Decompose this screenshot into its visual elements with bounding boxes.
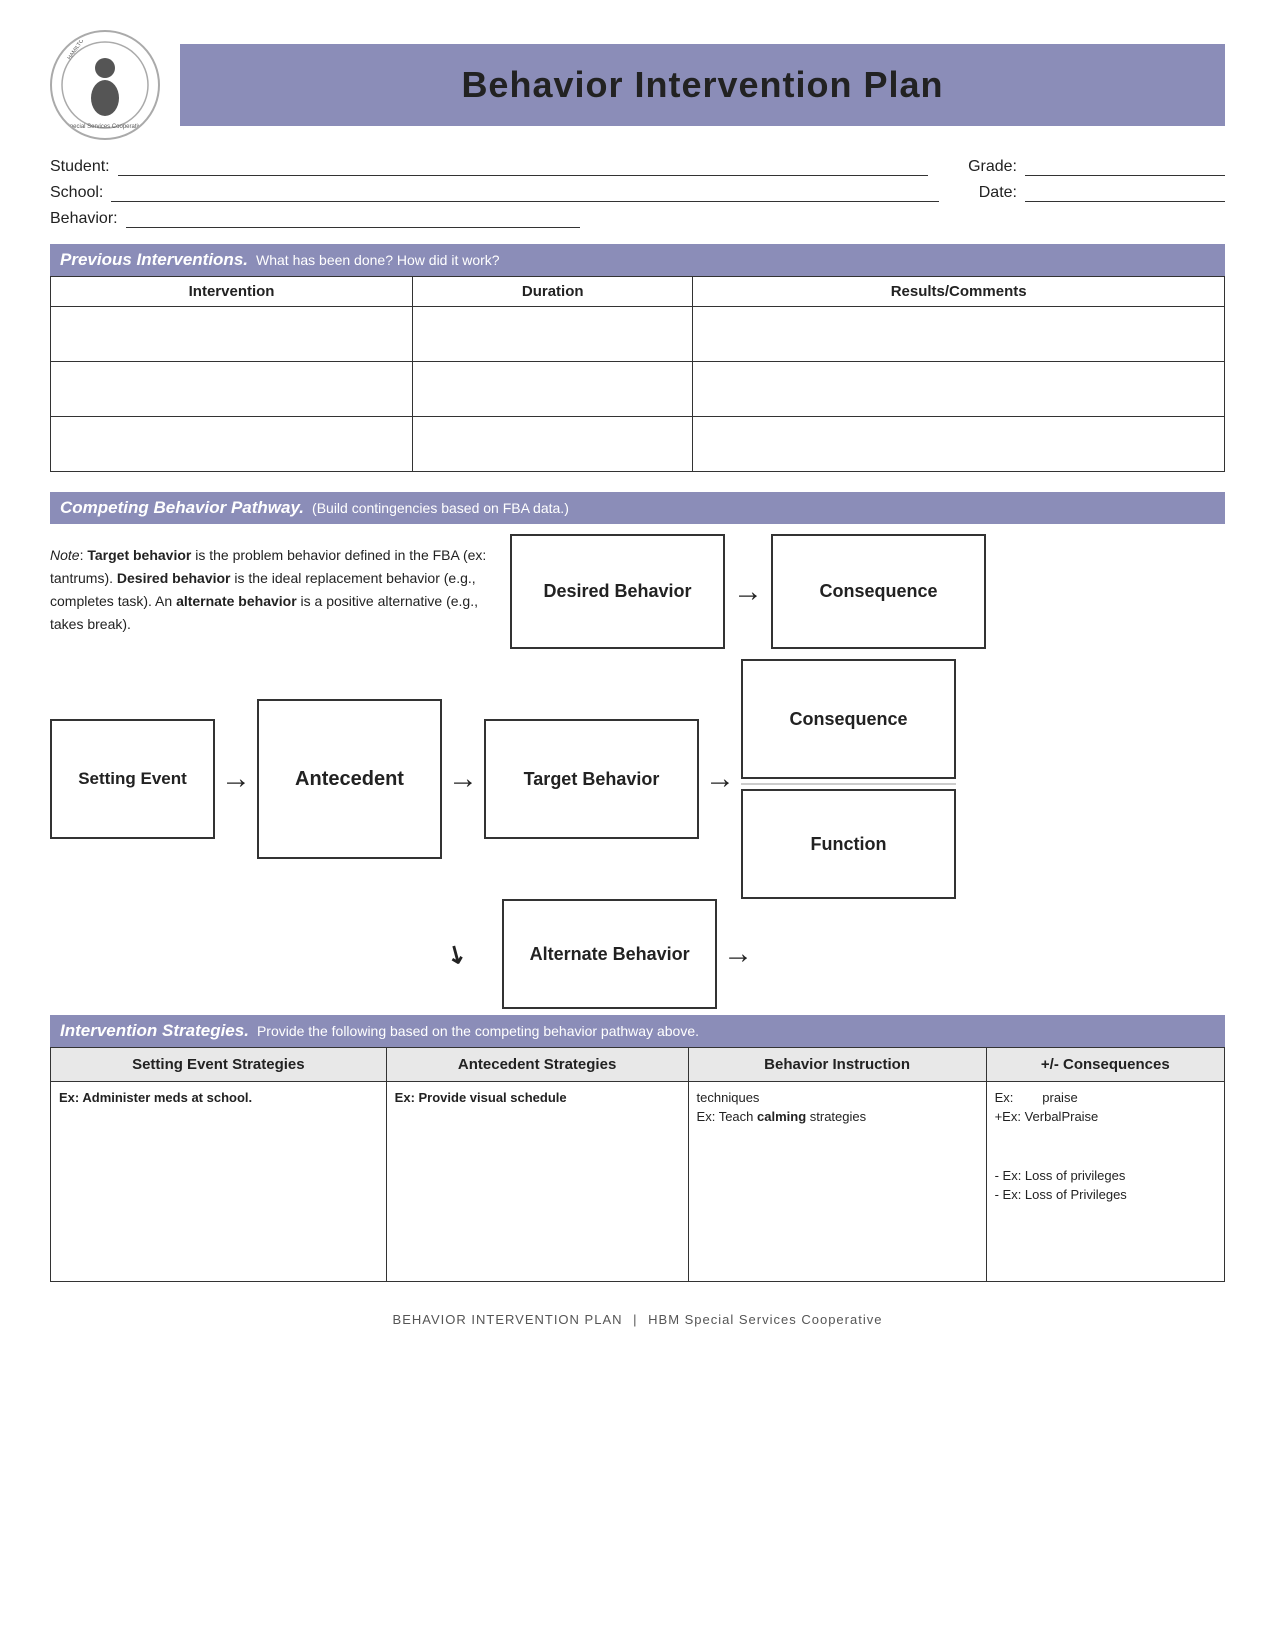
strat-header-light: Provide the following based on the compe… xyxy=(257,1023,699,1039)
cell-duration-3 xyxy=(413,417,693,472)
strat-table: Setting Event Strategies Antecedent Stra… xyxy=(50,1047,1225,1282)
strat-behavior-calming: Ex: Teach calming strategies xyxy=(697,1109,978,1124)
prev-interventions-table: Intervention Duration Results/Comments xyxy=(50,276,1225,472)
previous-interventions-section: Previous Interventions. What has been do… xyxy=(50,244,1225,472)
right-col: Consequence Function xyxy=(741,659,956,899)
footer-pipe: | xyxy=(633,1312,637,1327)
cell-intervention-1 xyxy=(51,307,413,362)
cell-results-2 xyxy=(693,362,1225,417)
cell-results-3 xyxy=(693,417,1225,472)
col-intervention: Intervention xyxy=(51,277,413,307)
footer-text2: HBM Special Services Cooperative xyxy=(648,1312,882,1327)
page-header: Special Services Cooperative HAMILTON·BO… xyxy=(50,30,1225,140)
strat-col-consequences: +/- Consequences xyxy=(986,1048,1224,1082)
competing-note: Note: Target behavior is the problem beh… xyxy=(50,534,490,636)
strat-cell-antecedent: Ex: Provide visual schedule xyxy=(386,1082,688,1282)
behavior-row: Behavior: xyxy=(50,210,1225,228)
behavior-label: Behavior: xyxy=(50,210,118,228)
table-row xyxy=(51,362,1225,417)
date-field: Date: xyxy=(979,184,1225,202)
arrow-antecedent-target: → xyxy=(442,762,484,796)
strat-antecedent-ex: Ex: Provide visual schedule xyxy=(395,1090,680,1105)
school-line xyxy=(111,201,938,202)
form-fields: Student: Grade: School: Date: Behavior: xyxy=(50,158,1225,228)
cell-intervention-2 xyxy=(51,362,413,417)
student-label: Student: xyxy=(50,158,110,176)
arrow-desired-consequence: → xyxy=(725,575,771,609)
prev-header-bold: Previous Interventions. xyxy=(60,250,248,270)
strat-col-behavior: Behavior Instruction xyxy=(688,1048,986,1082)
antecedent-box: Antecedent xyxy=(257,699,442,859)
strat-cell-consequences: Ex: praise +Ex: VerbalPraise - Ex: Loss … xyxy=(986,1082,1224,1282)
student-field: Student: xyxy=(50,158,928,176)
behavior-line xyxy=(126,227,580,228)
strat-behavior-techniques: techniques xyxy=(697,1090,978,1105)
cell-results-1 xyxy=(693,307,1225,362)
arrow-target-consequence: → xyxy=(699,762,741,796)
strat-header-row: Setting Event Strategies Antecedent Stra… xyxy=(51,1048,1225,1082)
cell-duration-1 xyxy=(413,307,693,362)
strat-cell-setting: Ex: Administer meds at school. xyxy=(51,1082,387,1282)
strat-setting-ex: Ex: Administer meds at school. xyxy=(59,1090,378,1105)
svg-text:Special Services Cooperative: Special Services Cooperative xyxy=(66,124,145,130)
competing-behavior-section: Competing Behavior Pathway. (Build conti… xyxy=(50,492,1225,1009)
strat-col-antecedent: Antecedent Strategies xyxy=(386,1048,688,1082)
competing-header-light: (Build contingencies based on FBA data.) xyxy=(312,500,569,516)
title-box: Behavior Intervention Plan xyxy=(180,44,1225,126)
setting-event-box: Setting Event xyxy=(50,719,215,839)
consequence-mid-box: Consequence xyxy=(741,659,956,779)
svg-text:HAMILTON·BOONE·MADISON·: HAMILTON·BOONE·MADISON· xyxy=(67,40,117,61)
main-pathway-row: Setting Event → Antecedent → Target Beha… xyxy=(50,659,1225,899)
grade-label: Grade: xyxy=(968,158,1017,176)
school-field: School: xyxy=(50,184,939,202)
grade-line xyxy=(1025,175,1225,176)
student-line xyxy=(118,175,928,176)
date-label: Date: xyxy=(979,184,1017,202)
alternate-behavior-box: Alternate Behavior xyxy=(502,899,717,1009)
strat-cons-loss1: - Ex: Loss of privileges xyxy=(995,1168,1216,1183)
top-pathway-row: Desired Behavior → Consequence xyxy=(510,534,1225,649)
arrow-alternate-function: → xyxy=(717,937,759,971)
table-header-row: Intervention Duration Results/Comments xyxy=(51,277,1225,307)
strat-row: Ex: Administer meds at school. Ex: Provi… xyxy=(51,1082,1225,1282)
logo: Special Services Cooperative HAMILTON·BO… xyxy=(50,30,160,140)
school-date-row: School: Date: xyxy=(50,184,1225,202)
competing-header-bold: Competing Behavior Pathway. xyxy=(60,498,304,518)
consequence-top-box: Consequence xyxy=(771,534,986,649)
strat-header: Intervention Strategies. Provide the fol… xyxy=(50,1015,1225,1047)
strat-cell-behavior: techniques Ex: Teach calming strategies xyxy=(688,1082,986,1282)
prev-interventions-header: Previous Interventions. What has been do… xyxy=(50,244,1225,276)
desired-behavior-box: Desired Behavior xyxy=(510,534,725,649)
strat-cons-praise: Ex: praise xyxy=(995,1090,1216,1105)
arrow-setting-antecedent: → xyxy=(215,762,257,796)
competing-header: Competing Behavior Pathway. (Build conti… xyxy=(50,492,1225,524)
footer: BEHAVIOR INTERVENTION PLAN | HBM Special… xyxy=(50,1312,1225,1327)
strat-header-bold: Intervention Strategies. xyxy=(60,1021,249,1041)
student-grade-row: Student: Grade: xyxy=(50,158,1225,176)
function-box: Function xyxy=(741,789,956,899)
cell-duration-2 xyxy=(413,362,693,417)
footer-text1: BEHAVIOR INTERVENTION PLAN xyxy=(393,1312,623,1327)
intervention-strategies-section: Intervention Strategies. Provide the fol… xyxy=(50,1015,1225,1282)
school-label: School: xyxy=(50,184,103,202)
cell-intervention-3 xyxy=(51,417,413,472)
note-label: Note: Target behavior is the problem beh… xyxy=(50,547,486,632)
col-duration: Duration xyxy=(413,277,693,307)
strat-col-setting: Setting Event Strategies xyxy=(51,1048,387,1082)
col-results: Results/Comments xyxy=(693,277,1225,307)
grade-field: Grade: xyxy=(968,158,1225,176)
table-row xyxy=(51,307,1225,362)
alternate-pathway-row: ↘ Alternate Behavior → xyxy=(50,899,1225,1009)
prev-header-light: What has been done? How did it work? xyxy=(256,252,500,268)
strat-cons-verbal: +Ex: VerbalPraise xyxy=(995,1109,1216,1124)
date-line xyxy=(1025,201,1225,202)
arrow-antecedent-alternate: ↘ xyxy=(435,933,477,974)
strat-cons-loss2: - Ex: Loss of Privileges xyxy=(995,1187,1216,1202)
table-row xyxy=(51,417,1225,472)
target-behavior-box: Target Behavior xyxy=(484,719,699,839)
page-title: Behavior Intervention Plan xyxy=(180,64,1225,106)
